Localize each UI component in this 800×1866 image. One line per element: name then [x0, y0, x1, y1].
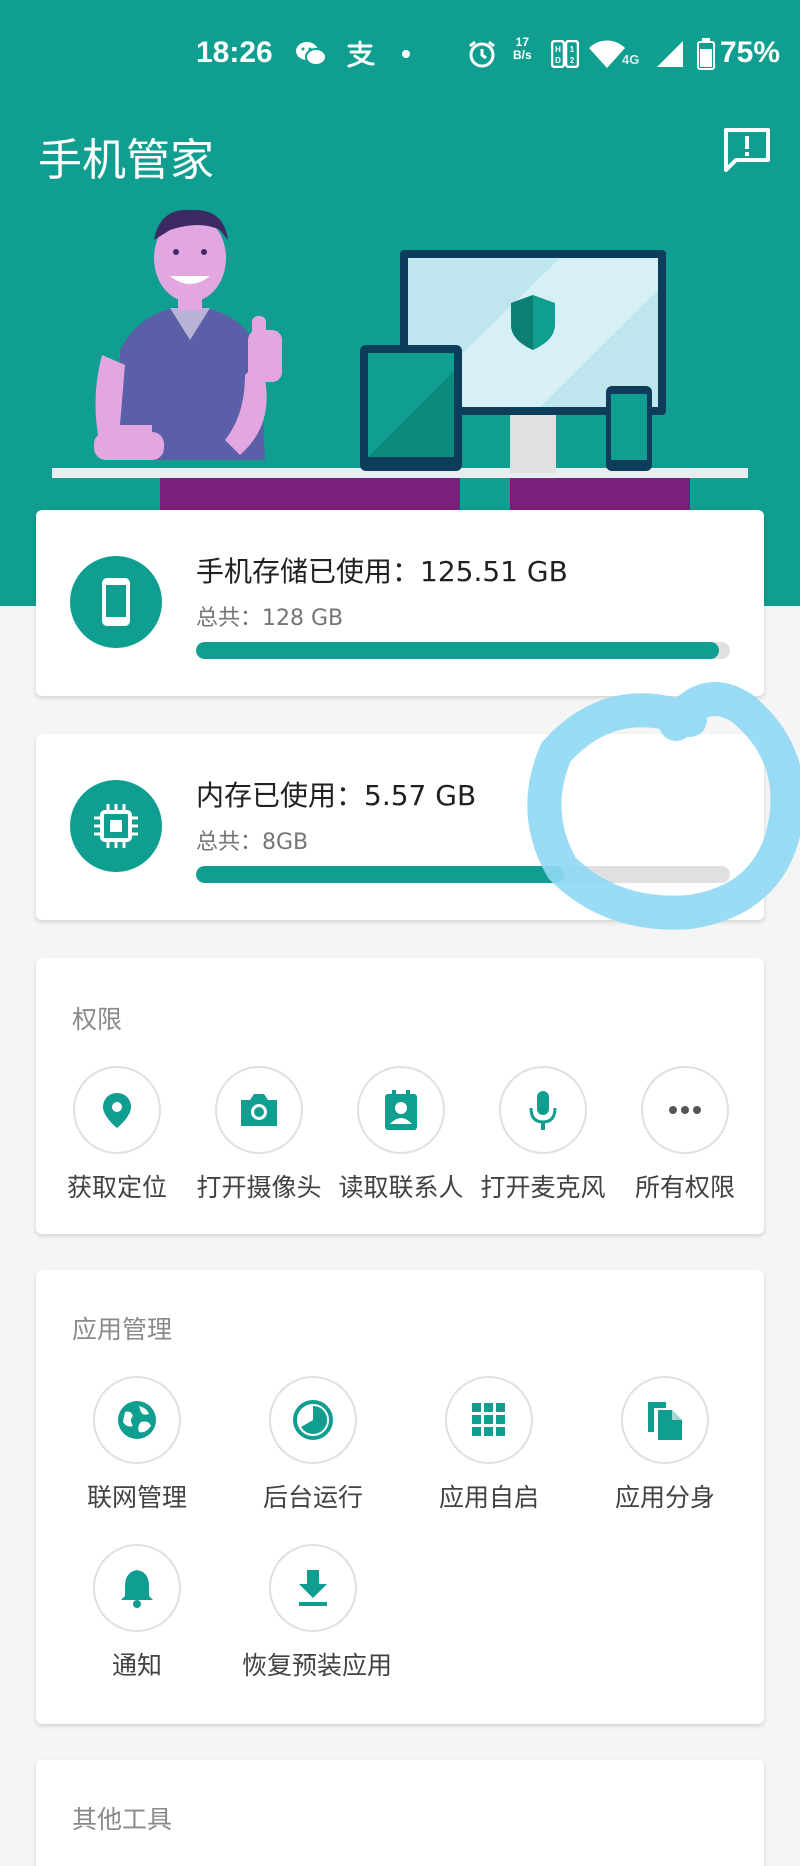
battery-icon — [696, 38, 716, 70]
permission-contacts[interactable]: 读取联系人 — [330, 1066, 472, 1204]
permission-camera[interactable]: 打开摄像头 — [188, 1066, 330, 1204]
alipay-icon — [344, 38, 376, 70]
app-notifications[interactable]: 通知 — [66, 1544, 208, 1682]
app-management-card: 应用管理 联网管理 后台运行 应用自启 应用分身 通知 恢复预装应用 — [36, 1270, 764, 1724]
permission-label: 打开麦克风 — [480, 1173, 606, 1202]
other-tools-section-title: 其他工具 — [72, 1805, 173, 1834]
wechat-icon — [294, 38, 328, 70]
phone-icon — [70, 556, 162, 648]
globe-icon — [118, 1401, 156, 1439]
storage-progress-fill — [196, 642, 720, 659]
svg-text:D: D — [555, 56, 561, 65]
storage-total-label: 总共：128 GB — [196, 606, 344, 631]
net-speed-unit: B/s — [513, 48, 532, 62]
dot-icon — [396, 38, 416, 70]
permissions-section-title: 权限 — [72, 1005, 123, 1034]
app-network-management[interactable]: 联网管理 — [66, 1376, 208, 1514]
memory-card[interactable]: 内存已使用：5.57 GB 总共：8GB — [36, 734, 764, 920]
camera-icon — [241, 1094, 277, 1126]
signal-type-label: 4G — [622, 52, 640, 67]
app-management-section-title: 应用管理 — [72, 1315, 173, 1344]
feedback-icon — [724, 128, 770, 172]
storage-used-label: 手机存储已使用：125.51 GB — [196, 555, 568, 588]
app-tool-label: 联网管理 — [86, 1483, 187, 1512]
app-tool-label: 通知 — [111, 1651, 162, 1680]
location-pin-icon — [103, 1093, 131, 1128]
permission-label: 打开摄像头 — [196, 1173, 322, 1202]
app-background-running[interactable]: 后台运行 — [242, 1376, 384, 1514]
app-tool-label: 应用分身 — [614, 1483, 715, 1512]
memory-progress-fill — [196, 866, 565, 883]
copy-icon — [648, 1402, 682, 1440]
bell-icon — [121, 1570, 153, 1608]
chip-icon — [70, 780, 162, 872]
app-clone[interactable]: 应用分身 — [594, 1376, 736, 1514]
storage-card[interactable]: 手机存储已使用：125.51 GB 总共：128 GB — [36, 510, 764, 696]
svg-text:1: 1 — [570, 45, 575, 54]
alarm-icon — [466, 38, 498, 70]
permissions-card: 权限 获取定位 打开摄像头 读取联系人 打开麦克风 所有权限 — [36, 958, 764, 1234]
svg-text:2: 2 — [570, 56, 575, 65]
app-auto-start[interactable]: 应用自启 — [418, 1376, 560, 1514]
permission-location[interactable]: 获取定位 — [46, 1066, 188, 1204]
svg-text:H: H — [555, 45, 561, 54]
storage-progress-bar — [196, 642, 730, 659]
hd-icon: HD1 2 — [550, 38, 580, 70]
microphone-icon — [529, 1091, 557, 1130]
permission-label: 获取定位 — [66, 1173, 167, 1202]
contact-card-icon — [385, 1090, 417, 1130]
cell-signal-icon — [654, 38, 686, 70]
wifi-icon: 4G — [586, 38, 639, 70]
permission-all[interactable]: 所有权限 — [614, 1066, 756, 1204]
app-tool-label: 应用自启 — [438, 1483, 539, 1512]
feedback-button[interactable] — [718, 120, 776, 178]
memory-used-label: 内存已使用：5.57 GB — [196, 779, 477, 812]
pie-timer-icon — [293, 1400, 333, 1440]
permission-label: 读取联系人 — [338, 1173, 464, 1202]
permission-microphone[interactable]: 打开麦克风 — [472, 1066, 614, 1204]
memory-progress-bar — [196, 866, 730, 883]
status-time: 18:26 — [196, 36, 273, 69]
app-restore-preinstalled[interactable]: 恢复预装应用 — [242, 1544, 393, 1682]
battery-percentage: 75% — [720, 36, 781, 69]
app-tool-label: 后台运行 — [262, 1483, 363, 1512]
status-bar: 18:26 17 B/s HD1 2 4G 75% — [0, 0, 800, 110]
download-icon — [299, 1570, 327, 1606]
more-dots-icon — [669, 1106, 701, 1114]
other-tools-card: 其他工具 — [36, 1760, 764, 1866]
memory-total-label: 总共：8GB — [196, 830, 309, 855]
netspeed-icon: 17 B/s — [513, 36, 532, 62]
permission-label: 所有权限 — [634, 1173, 735, 1202]
app-tool-label: 恢复预装应用 — [242, 1651, 393, 1680]
grid-icon — [472, 1403, 505, 1436]
header-illustration — [40, 200, 760, 510]
page-title: 手机管家 — [38, 135, 214, 186]
